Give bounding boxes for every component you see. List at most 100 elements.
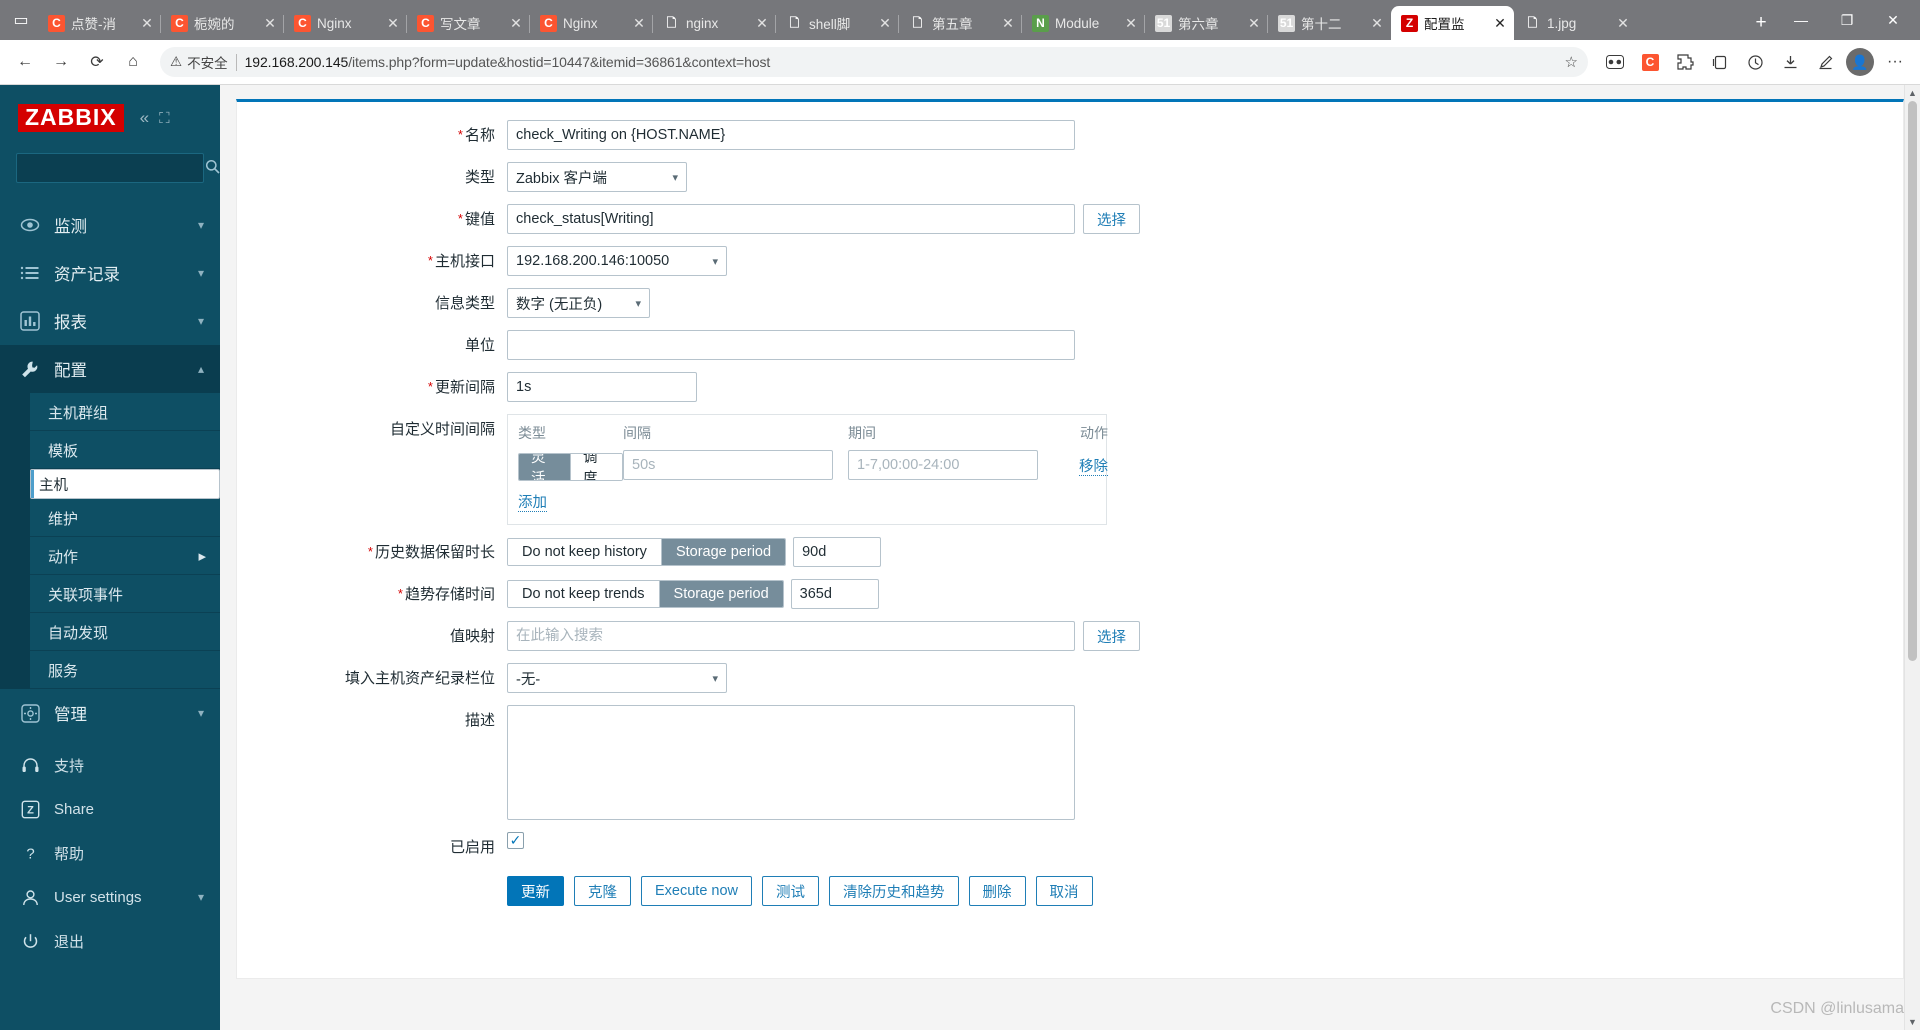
form-button-update[interactable]: 更新: [507, 876, 564, 906]
sidebar-bottom-item[interactable]: ZShare: [0, 787, 220, 831]
maximize-button[interactable]: ❐: [1824, 0, 1870, 40]
collections-icon[interactable]: [1703, 45, 1737, 79]
sidebar-subitem[interactable]: 服务: [30, 651, 220, 689]
browser-tab[interactable]: Z配置监✕: [1391, 6, 1514, 40]
address-bar[interactable]: ⚠ 不安全 192.168.200.145/items.php?form=upd…: [160, 47, 1588, 77]
reload-icon[interactable]: ⟳: [80, 45, 114, 79]
tab-close-icon[interactable]: ✕: [1492, 15, 1508, 32]
new-tab-button[interactable]: +: [1744, 6, 1778, 40]
browser-tab[interactable]: 🗋第五章✕: [899, 6, 1022, 40]
sidebar-item-monitoring[interactable]: 监测▾: [0, 201, 220, 249]
browser-tab[interactable]: 🗋nginx✕: [653, 6, 776, 40]
sidebar-subitem[interactable]: 主机: [30, 469, 220, 499]
trends-storage-period-option[interactable]: Storage period: [660, 581, 783, 607]
sidebar-item-reports[interactable]: 报表▾: [0, 297, 220, 345]
tab-close-icon[interactable]: ✕: [1369, 15, 1385, 32]
tab-close-icon[interactable]: ✕: [385, 15, 401, 32]
sidebar-search[interactable]: [16, 153, 204, 183]
sidebar-subitem[interactable]: 主机群组: [30, 393, 220, 431]
history-icon[interactable]: [1738, 45, 1772, 79]
inventory-field-select[interactable]: -无- ▾: [507, 663, 727, 693]
sidebar-item-configuration[interactable]: 配置▴: [0, 345, 220, 393]
key-input[interactable]: [507, 204, 1075, 234]
trends-no-keep-option[interactable]: Do not keep trends: [508, 581, 660, 607]
browser-tab[interactable]: 51第十二✕: [1268, 6, 1391, 40]
sidebar-subitem[interactable]: 关联项事件: [30, 575, 220, 613]
form-button-test[interactable]: 测试: [762, 876, 819, 906]
sidebar-subitem[interactable]: 自动发现: [30, 613, 220, 651]
security-indicator[interactable]: ⚠ 不安全: [170, 52, 228, 72]
history-storage-period-option[interactable]: Storage period: [662, 539, 785, 565]
split-screen-icon[interactable]: [1598, 45, 1632, 79]
value-map-input[interactable]: [507, 621, 1075, 651]
type-select[interactable]: Zabbix 客户端 ▾: [507, 162, 687, 192]
history-period-input[interactable]: [793, 537, 881, 567]
browser-tab[interactable]: CNginx✕: [530, 6, 653, 40]
trends-period-input[interactable]: [791, 579, 879, 609]
add-interval-link[interactable]: 添加: [518, 495, 547, 512]
form-button-clone[interactable]: 克隆: [574, 876, 631, 906]
browser-tab[interactable]: C点赞-消✕: [38, 6, 161, 40]
tab-search-icon[interactable]: ▭: [4, 0, 38, 40]
enabled-checkbox[interactable]: ✓: [507, 832, 524, 849]
tab-close-icon[interactable]: ✕: [1615, 15, 1631, 32]
browser-tab[interactable]: 51第六章✕: [1145, 6, 1268, 40]
host-interface-select[interactable]: 192.168.200.146:10050 ▾: [507, 246, 727, 276]
search-input[interactable]: [25, 160, 205, 177]
scroll-up-arrow[interactable]: ▲: [1905, 85, 1920, 101]
extensions-icon[interactable]: [1668, 45, 1702, 79]
sidebar-bottom-item[interactable]: User settings▾: [0, 875, 220, 919]
downloads-icon[interactable]: [1773, 45, 1807, 79]
period-input[interactable]: [848, 450, 1038, 480]
description-textarea[interactable]: [507, 705, 1075, 820]
interval-type-toggle[interactable]: 灵活 调度: [518, 449, 623, 481]
units-input[interactable]: [507, 330, 1075, 360]
tab-close-icon[interactable]: ✕: [877, 15, 893, 32]
tab-close-icon[interactable]: ✕: [631, 15, 647, 32]
sidebar-item-inventory[interactable]: 资产记录▾: [0, 249, 220, 297]
sidebar-item-admin[interactable]: 管理 ▾: [0, 689, 220, 737]
interval-input[interactable]: [623, 450, 833, 480]
sidebar-bottom-item[interactable]: 支持: [0, 743, 220, 787]
name-input[interactable]: [507, 120, 1075, 150]
browser-tab[interactable]: CNginx✕: [284, 6, 407, 40]
scrollbar-thumb[interactable]: [1908, 101, 1917, 661]
back-icon[interactable]: ←: [8, 45, 42, 79]
sidebar-subitem[interactable]: 动作▸: [30, 537, 220, 575]
tab-close-icon[interactable]: ✕: [1246, 15, 1262, 32]
tab-close-icon[interactable]: ✕: [508, 15, 524, 32]
interval-type-flexible[interactable]: 灵活: [519, 454, 571, 480]
update-interval-input[interactable]: [507, 372, 697, 402]
browser-tab[interactable]: C栀婉的✕: [161, 6, 284, 40]
browser-tab[interactable]: 🗋1.jpg✕: [1514, 6, 1637, 40]
share-icon[interactable]: [1808, 45, 1842, 79]
scroll-down-arrow[interactable]: ▼: [1905, 1014, 1920, 1030]
form-button-cancel[interactable]: 取消: [1036, 876, 1093, 906]
more-options-icon[interactable]: ···: [1878, 45, 1912, 79]
form-button-delete[interactable]: 删除: [969, 876, 1026, 906]
search-icon[interactable]: [205, 159, 220, 177]
form-button-execute-now[interactable]: Execute now: [641, 876, 752, 906]
tab-close-icon[interactable]: ✕: [1000, 15, 1016, 32]
vertical-scrollbar[interactable]: ▲ ▼: [1904, 85, 1920, 1030]
home-icon[interactable]: ⌂: [116, 45, 150, 79]
value-map-select-button[interactable]: 选择: [1083, 621, 1140, 651]
interval-type-scheduling[interactable]: 调度: [571, 454, 622, 480]
sidebar-subitem[interactable]: 维护: [30, 499, 220, 537]
favorite-icon[interactable]: ☆: [1565, 53, 1578, 71]
expand-sidebar-icon[interactable]: ⛶: [159, 110, 170, 127]
tab-close-icon[interactable]: ✕: [754, 15, 770, 32]
browser-tab[interactable]: C写文章✕: [407, 6, 530, 40]
sidebar-subitem[interactable]: 模板: [30, 431, 220, 469]
minimize-button[interactable]: —: [1778, 0, 1824, 40]
remove-interval-link[interactable]: 移除: [1079, 459, 1108, 476]
sidebar-bottom-item[interactable]: ?帮助: [0, 831, 220, 875]
profile-avatar[interactable]: 👤: [1843, 45, 1877, 79]
forward-icon[interactable]: →: [44, 45, 78, 79]
history-no-keep-option[interactable]: Do not keep history: [508, 539, 662, 565]
tab-close-icon[interactable]: ✕: [1123, 15, 1139, 32]
close-window-button[interactable]: ✕: [1870, 0, 1916, 40]
value-type-select[interactable]: 数字 (无正负) ▾: [507, 288, 650, 318]
tab-close-icon[interactable]: ✕: [262, 15, 278, 32]
tab-close-icon[interactable]: ✕: [139, 15, 155, 32]
